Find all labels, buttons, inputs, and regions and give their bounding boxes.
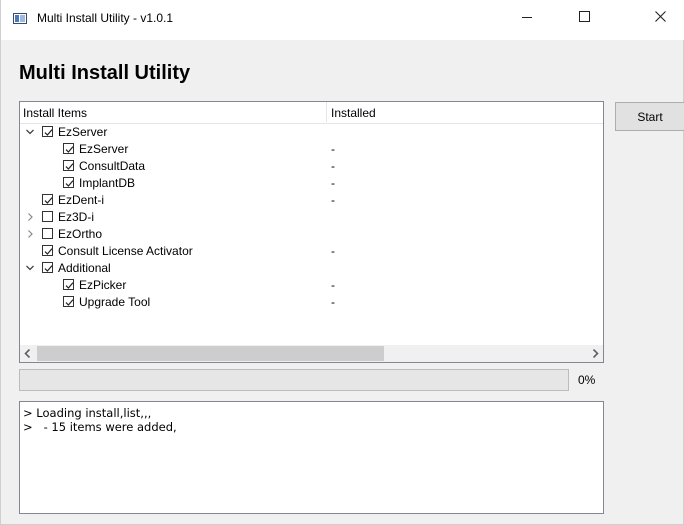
checkmark-icon: [44, 197, 53, 204]
tree-row-label: EzOrtho: [58, 227, 103, 241]
item-checkbox[interactable]: [63, 177, 74, 188]
chevron-right-icon[interactable]: [25, 229, 35, 239]
item-checkbox[interactable]: [63, 143, 74, 154]
tree-row[interactable]: EzDent-i -: [20, 192, 603, 209]
tree-row-label: EzServer: [79, 142, 129, 156]
tree-row-installed: -: [331, 193, 335, 207]
title-bar[interactable]: Multi Install Utility - v1.0.1: [1, 0, 684, 40]
tree-row-label: Upgrade Tool: [79, 295, 151, 309]
checkmark-icon: [44, 129, 53, 136]
minimize-button[interactable]: [504, 0, 550, 32]
item-checkbox[interactable]: [63, 279, 74, 290]
tree-row[interactable]: ImplantDB -: [20, 175, 603, 192]
checkmark-icon: [65, 180, 74, 187]
app-icon: [13, 13, 27, 24]
log-output[interactable]: > Loading install,list,,, > - 15 items we…: [19, 401, 604, 514]
column-separator[interactable]: [326, 102, 327, 122]
close-button[interactable]: [637, 0, 683, 32]
column-header-install-items[interactable]: Install Items: [23, 106, 87, 120]
tree-row-label: Additional: [58, 261, 111, 275]
tree-row[interactable]: EzServer: [20, 124, 603, 141]
tree-row[interactable]: Consult License Activator -: [20, 243, 603, 260]
tree-row[interactable]: EzOrtho: [20, 226, 603, 243]
start-button[interactable]: Start: [615, 102, 684, 131]
scroll-left-icon[interactable]: [24, 349, 31, 358]
close-icon: [654, 10, 666, 22]
item-checkbox[interactable]: [42, 194, 53, 205]
checkmark-icon: [65, 282, 74, 289]
tree-row-installed: -: [331, 244, 335, 258]
tree-row-label: Ez3D-i: [58, 210, 95, 224]
item-checkbox[interactable]: [63, 296, 74, 307]
tree-row[interactable]: Additional: [20, 260, 603, 277]
tree-row[interactable]: EzServer -: [20, 141, 603, 158]
tree-rows: EzServer EzServer - ConsultData - ImplantDB - E…: [20, 124, 603, 311]
app-window: Multi Install Utility - v1.0.1 Multi Ins…: [0, 0, 684, 525]
item-checkbox[interactable]: [42, 228, 53, 239]
horizontal-scrollbar[interactable]: [20, 345, 603, 362]
tree-row-installed: -: [331, 176, 335, 190]
item-checkbox[interactable]: [42, 262, 53, 273]
chevron-right-icon[interactable]: [25, 212, 35, 222]
tree-row-label: Consult License Activator: [58, 244, 193, 258]
checkmark-icon: [65, 299, 74, 306]
chevron-down-icon[interactable]: [25, 127, 35, 137]
maximize-icon: [578, 10, 590, 22]
minimize-icon: [522, 16, 532, 18]
tree-row-label: ConsultData: [79, 159, 146, 173]
log-line: > - 15 items were added,: [23, 420, 177, 434]
tree-row[interactable]: Upgrade Tool -: [20, 294, 603, 311]
install-items-tree[interactable]: Install Items Installed EzServer EzServer…: [19, 101, 604, 363]
tree-row-label: EzServer: [58, 125, 108, 139]
tree-header: Install Items Installed: [20, 102, 603, 124]
tree-row-installed: -: [331, 295, 335, 309]
column-header-installed[interactable]: Installed: [331, 106, 376, 120]
tree-row[interactable]: ConsultData -: [20, 158, 603, 175]
window-title: Multi Install Utility - v1.0.1: [37, 11, 174, 25]
tree-row-installed: -: [331, 159, 335, 173]
item-checkbox[interactable]: [63, 160, 74, 171]
chevron-down-icon[interactable]: [25, 263, 35, 273]
progress-percent: 0%: [578, 373, 596, 387]
item-checkbox[interactable]: [42, 245, 53, 256]
tree-row[interactable]: EzPicker -: [20, 277, 603, 294]
tree-row-label: ImplantDB: [79, 176, 136, 190]
scroll-right-icon[interactable]: [592, 349, 599, 358]
scrollbar-thumb[interactable]: [37, 346, 384, 361]
tree-row-label: EzPicker: [79, 278, 127, 292]
checkmark-icon: [65, 146, 74, 153]
checkmark-icon: [44, 248, 53, 255]
tree-row-installed: -: [331, 142, 335, 156]
checkmark-icon: [65, 163, 74, 170]
tree-row-installed: -: [331, 278, 335, 292]
tree-row-label: EzDent-i: [58, 193, 105, 207]
page-title: Multi Install Utility: [19, 62, 191, 84]
item-checkbox[interactable]: [42, 211, 53, 222]
progress-bar: [19, 369, 569, 391]
item-checkbox[interactable]: [42, 126, 53, 137]
tree-row[interactable]: Ez3D-i: [20, 209, 603, 226]
maximize-button[interactable]: [561, 0, 607, 32]
checkmark-icon: [44, 265, 53, 272]
log-line: > Loading install,list,,,: [23, 406, 152, 420]
